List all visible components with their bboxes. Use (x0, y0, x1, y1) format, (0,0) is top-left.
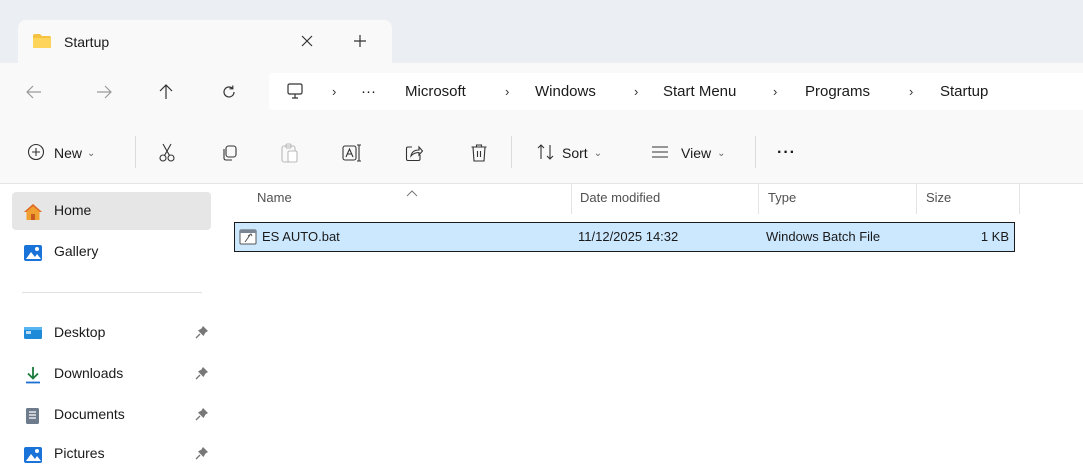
navigation-pane: Home Gallery Desktop Downloads Documents… (0, 184, 222, 463)
new-button-label: New (54, 145, 83, 161)
sidebar-item-label: Gallery (54, 243, 99, 259)
desktop-folder-icon (23, 325, 43, 346)
column-divider[interactable] (571, 184, 572, 214)
plus-circle-icon (27, 143, 45, 164)
sidebar-item-label: Pictures (54, 445, 105, 461)
delete-trash-icon[interactable] (470, 138, 488, 168)
pictures-icon (23, 446, 43, 469)
chevron-down-icon: ⌄ (87, 147, 96, 159)
download-icon (23, 366, 43, 389)
sidebar-item-pictures[interactable]: Pictures (12, 435, 211, 473)
sidebar-item-label: Documents (54, 406, 125, 422)
breadcrumb-overflow[interactable]: ··· (361, 83, 376, 100)
divider (22, 292, 202, 293)
back-arrow-icon[interactable] (20, 78, 48, 106)
sort-button[interactable]: Sort ⌄ (537, 138, 602, 168)
chevron-right-icon[interactable]: › (773, 84, 777, 99)
more-options-button[interactable]: ··· (777, 138, 796, 168)
chevron-right-icon[interactable]: › (909, 84, 913, 99)
tab-strip: Startup (0, 0, 1083, 65)
address-bar[interactable]: › ··· Microsoft › Windows › Start Menu ›… (269, 73, 1083, 110)
cut-scissors-icon[interactable] (158, 138, 176, 168)
chevron-down-icon: ⌄ (593, 147, 603, 159)
sidebar-item-home[interactable]: Home (12, 192, 211, 230)
column-divider[interactable] (916, 184, 917, 214)
command-bar: New ⌄ Sort ⌄ View ⌄ ··· (0, 120, 1083, 184)
folder-icon (32, 33, 52, 54)
gallery-icon (23, 244, 43, 267)
table-row[interactable]: ES AUTO.bat 11/12/2025 14:32 Windows Bat… (234, 222, 1015, 252)
sidebar-item-label: Home (54, 202, 92, 218)
chevron-down-icon: ⌄ (717, 147, 726, 159)
copy-icon[interactable] (220, 138, 238, 168)
pin-icon[interactable] (195, 446, 209, 465)
column-divider[interactable] (1019, 184, 1020, 214)
close-icon[interactable] (293, 27, 321, 55)
sidebar-item-label: Downloads (54, 365, 124, 381)
sort-ascending-caret-icon (406, 184, 418, 202)
pin-icon[interactable] (195, 407, 209, 426)
breadcrumb-programs[interactable]: Programs (805, 83, 870, 100)
file-name: ES AUTO.bat (262, 229, 340, 244)
batch-file-icon (239, 229, 257, 250)
column-header-name[interactable]: Name (257, 190, 292, 205)
paste-clipboard-icon[interactable] (280, 138, 298, 168)
breadcrumb-microsoft[interactable]: Microsoft (405, 83, 466, 100)
column-divider[interactable] (758, 184, 759, 214)
sidebar-item-desktop[interactable]: Desktop (12, 314, 211, 352)
tab-title: Startup (64, 34, 110, 50)
up-arrow-icon[interactable] (152, 78, 180, 106)
breadcrumb-start-menu[interactable]: Start Menu (663, 83, 736, 100)
divider (511, 136, 512, 168)
file-list: Name Date modified Type Size ES AUTO.bat… (222, 184, 1083, 460)
file-date-modified: 11/12/2025 14:32 (578, 229, 679, 244)
view-lines-icon (651, 145, 669, 162)
sidebar-item-gallery[interactable]: Gallery (12, 233, 211, 271)
column-header-size[interactable]: Size (926, 190, 951, 205)
pin-icon[interactable] (195, 366, 209, 385)
breadcrumb-startup[interactable]: Startup (940, 83, 988, 100)
new-button[interactable]: New ⌄ (27, 138, 95, 168)
tab-startup[interactable]: Startup (18, 20, 392, 65)
rename-icon[interactable] (342, 138, 362, 168)
view-button[interactable]: View ⌄ (651, 138, 725, 168)
file-size: 1 KB (980, 229, 1009, 244)
divider (135, 136, 136, 168)
sort-button-label: Sort (562, 145, 588, 161)
file-type: Windows Batch File (766, 229, 881, 244)
divider (755, 136, 756, 168)
sidebar-item-downloads[interactable]: Downloads (12, 355, 211, 393)
navigation-bar: › ··· Microsoft › Windows › Start Menu ›… (0, 63, 1083, 120)
breadcrumb-windows[interactable]: Windows (535, 83, 596, 100)
chevron-right-icon: › (332, 84, 337, 99)
share-icon[interactable] (405, 138, 423, 168)
column-header-date-modified[interactable]: Date modified (580, 190, 660, 205)
sidebar-item-documents[interactable]: Documents (12, 396, 211, 434)
sort-arrows-icon (537, 143, 555, 163)
forward-arrow-icon[interactable] (90, 78, 118, 106)
documents-icon (23, 407, 43, 430)
view-button-label: View (681, 145, 712, 161)
this-pc-monitor-icon[interactable] (286, 82, 304, 105)
refresh-icon[interactable] (215, 78, 243, 106)
home-icon (23, 203, 43, 226)
column-header-type[interactable]: Type (768, 190, 796, 205)
sidebar-item-label: Desktop (54, 324, 106, 340)
chevron-right-icon[interactable]: › (634, 84, 638, 99)
pin-icon[interactable] (195, 325, 209, 344)
new-tab-plus-icon[interactable] (346, 27, 374, 55)
chevron-right-icon[interactable]: › (505, 84, 509, 99)
